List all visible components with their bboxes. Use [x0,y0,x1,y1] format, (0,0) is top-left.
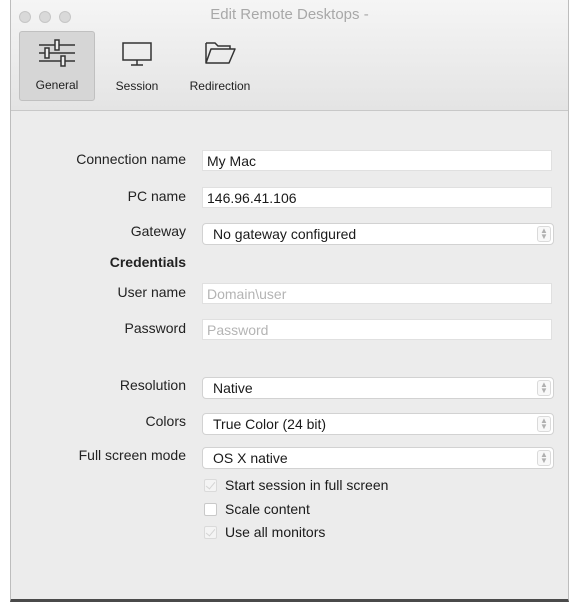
chevron-up-down-icon: ▲ ▼ [537,416,551,432]
start-session-full-screen-label: Start session in full screen [225,477,389,493]
folder-icon [205,42,236,64]
connection-name-label: Connection name [76,151,186,167]
start-session-full-screen-option[interactable]: Start session in full screen [204,476,388,494]
monitor-icon [122,42,152,66]
user-name-field[interactable] [202,283,552,304]
use-all-monitors-option[interactable]: Use all monitors [204,523,325,541]
gateway-label: Gateway [130,223,186,239]
edit-remote-desktop-window: Edit Remote Desktops - General Session R… [10,0,569,602]
scale-content-label: Scale content [225,501,310,517]
tab-session-label: Session [115,79,159,93]
use-all-monitors-label: Use all monitors [225,524,326,540]
start-session-full-screen-checkbox[interactable] [204,478,217,492]
full-screen-mode-select[interactable]: OS X native ▲ ▼ [202,447,554,469]
tab-session[interactable]: Session [103,31,171,101]
scale-content-option[interactable]: Scale content [204,500,310,518]
use-all-monitors-checkbox[interactable] [204,525,217,539]
general-settings-pane: Connection name PC name Gateway No gatew… [11,111,568,599]
colors-select-value: True Color (24 bit) [213,416,327,432]
tab-redirection-label: Redirection [189,79,251,93]
resolution-select[interactable]: Native ▲ ▼ [202,377,554,399]
password-field[interactable] [202,319,552,340]
credentials-heading: Credentials [109,254,186,270]
window-title: Edit Remote Desktops - [210,6,369,23]
full-screen-mode-select-value: OS X native [213,450,288,466]
gateway-select-value: No gateway configured [213,226,357,242]
tab-general-label: General [35,78,79,92]
tab-redirection[interactable]: Redirection [179,31,261,101]
chevron-up-down-icon: ▲ ▼ [537,226,551,242]
user-name-label: User name [117,284,186,300]
resolution-label: Resolution [119,377,186,393]
pc-name-label: PC name [127,188,186,204]
chevron-up-down-icon: ▲ ▼ [537,450,551,466]
colors-label: Colors [145,413,186,429]
tab-general[interactable]: General [19,31,95,101]
resolution-select-value: Native [213,380,253,396]
scale-content-checkbox[interactable] [204,502,217,516]
password-label: Password [124,320,186,336]
connection-name-field[interactable] [202,150,552,171]
chevron-up-down-icon: ▲ ▼ [537,380,551,396]
sliders-icon [39,39,75,67]
full-screen-mode-label: Full screen mode [78,447,186,463]
gateway-select[interactable]: No gateway configured ▲ ▼ [202,223,554,245]
toolbar-area: Edit Remote Desktops - General Session R… [11,0,568,111]
colors-select[interactable]: True Color (24 bit) ▲ ▼ [202,413,554,435]
pc-name-field[interactable] [202,187,552,208]
